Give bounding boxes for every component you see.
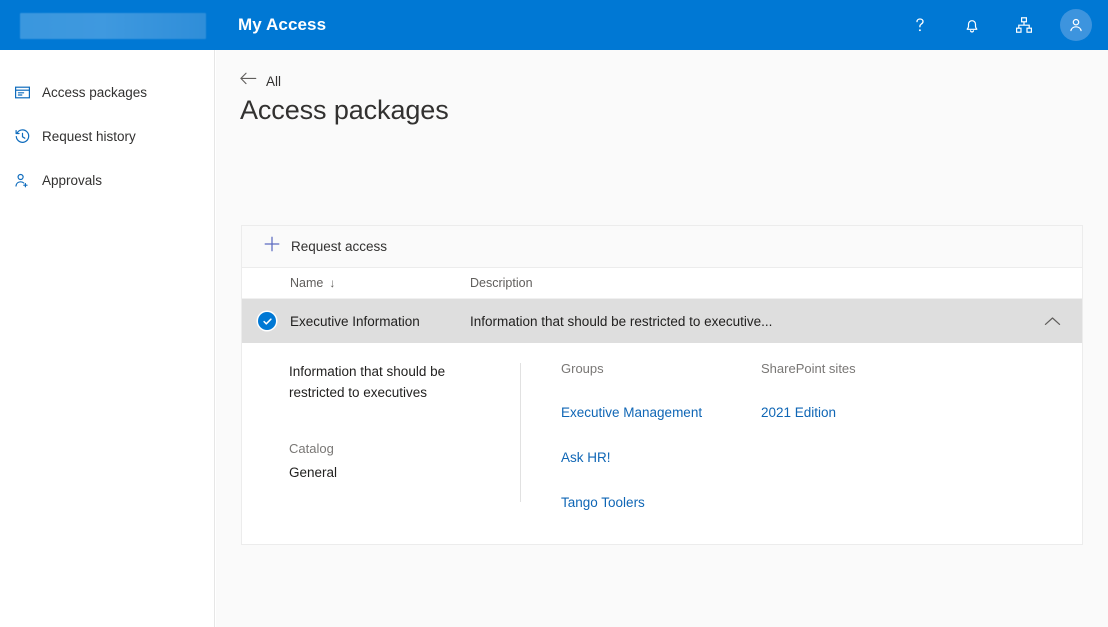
group-link[interactable]: Executive Management (561, 405, 761, 420)
column-header-description[interactable]: Description (470, 276, 1022, 290)
detail-left-column: Information that should be restricted to… (242, 361, 520, 510)
column-header-description-label: Description (470, 276, 533, 290)
top-header-bar: My Access (0, 0, 1108, 50)
checkmark-icon (258, 312, 276, 330)
help-icon[interactable] (896, 0, 944, 50)
plus-icon (264, 236, 280, 257)
sidebar-item-request-history[interactable]: Request history (0, 114, 214, 158)
sharepoint-sites-heading: SharePoint sites (761, 361, 856, 376)
request-access-button[interactable]: Request access (264, 226, 387, 268)
user-avatar[interactable] (1052, 0, 1100, 50)
app-title: My Access (238, 15, 327, 34)
sidebar-item-access-packages[interactable]: Access packages (0, 70, 214, 114)
groups-column: Groups Executive Management Ask HR! Tang… (561, 361, 761, 510)
column-header-name[interactable]: Name ↓ (290, 276, 470, 290)
table-row[interactable]: Executive Information Information that s… (242, 299, 1082, 343)
row-description: Information that should be restricted to… (470, 313, 773, 329)
sharepoint-sites-column: SharePoint sites 2021 Edition (761, 361, 961, 510)
avatar-circle (1060, 9, 1092, 41)
history-clock-icon (8, 122, 36, 150)
column-header-name-label: Name (290, 276, 324, 290)
catalog-label: Catalog (289, 441, 334, 456)
access-packages-card: Request access Name ↓ Description Execut… (241, 225, 1083, 545)
left-navigation: Access packages Request history Approval… (0, 50, 215, 627)
breadcrumb-back-label: All (266, 73, 282, 89)
sidebar-item-approvals[interactable]: Approvals (0, 158, 214, 202)
brand-logo-redacted (20, 13, 206, 39)
table-header-row: Name ↓ Description (242, 268, 1082, 299)
group-link[interactable]: Tango Toolers (561, 495, 761, 510)
catalog-value: General (289, 465, 338, 480)
sidebar-item-label: Approvals (42, 172, 103, 188)
access-package-icon (8, 78, 36, 106)
page-title: Access packages (240, 95, 449, 125)
header-actions (896, 0, 1100, 50)
group-link[interactable]: Ask HR! (561, 450, 761, 465)
row-detail-panel: Information that should be restricted to… (242, 343, 1082, 544)
request-access-label: Request access (291, 239, 388, 254)
command-bar: Request access (242, 226, 1082, 268)
detail-description: Information that should be restricted to… (289, 364, 446, 400)
sidebar-item-label: Request history (42, 128, 136, 144)
back-arrow-icon (240, 72, 257, 90)
my-access-portal: My Access Access packages Request histor… (0, 0, 1108, 627)
sharepoint-site-link[interactable]: 2021 Edition (761, 405, 961, 420)
collapse-row-button[interactable] (1022, 316, 1082, 327)
org-hierarchy-icon[interactable] (1000, 0, 1048, 50)
breadcrumb[interactable]: All (240, 72, 281, 90)
sort-descending-icon: ↓ (329, 276, 336, 290)
main-content: All Access packages Request access Name … (216, 50, 1108, 627)
row-selection-checkbox[interactable] (242, 312, 290, 330)
sidebar-item-label: Access packages (42, 84, 148, 100)
row-name: Executive Information (290, 313, 420, 329)
notifications-icon[interactable] (948, 0, 996, 50)
groups-heading: Groups (561, 361, 604, 376)
detail-right-columns: Groups Executive Management Ask HR! Tang… (521, 361, 1082, 510)
person-add-icon (8, 166, 36, 194)
